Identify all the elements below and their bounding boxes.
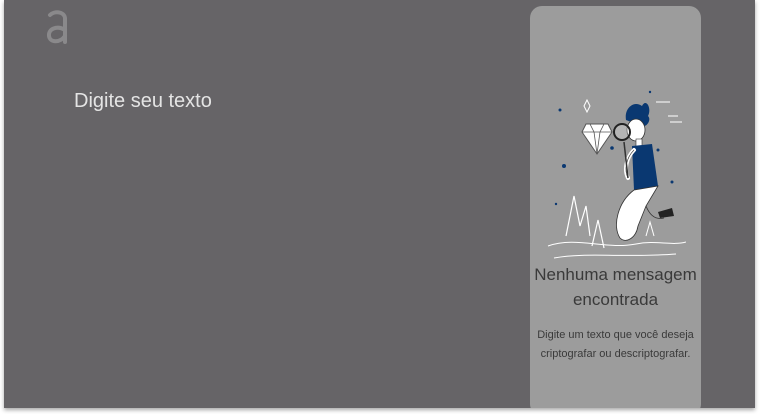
alura-logo-icon bbox=[46, 10, 67, 44]
empty-state-description: Digite um texto que você deseja criptogr… bbox=[537, 329, 694, 360]
result-panel: Nenhuma mensagem encontrada Digite um te… bbox=[530, 6, 701, 408]
person-figure bbox=[613, 103, 674, 241]
message-text-input[interactable] bbox=[72, 84, 516, 392]
app-window: Nenhuma mensagem encontrada Digite um te… bbox=[4, 0, 755, 408]
search-person-magnifier-illustration bbox=[547, 90, 686, 259]
diamond-icon bbox=[581, 123, 613, 155]
empty-state-title: Nenhuma mensagem encontrada bbox=[534, 265, 697, 309]
